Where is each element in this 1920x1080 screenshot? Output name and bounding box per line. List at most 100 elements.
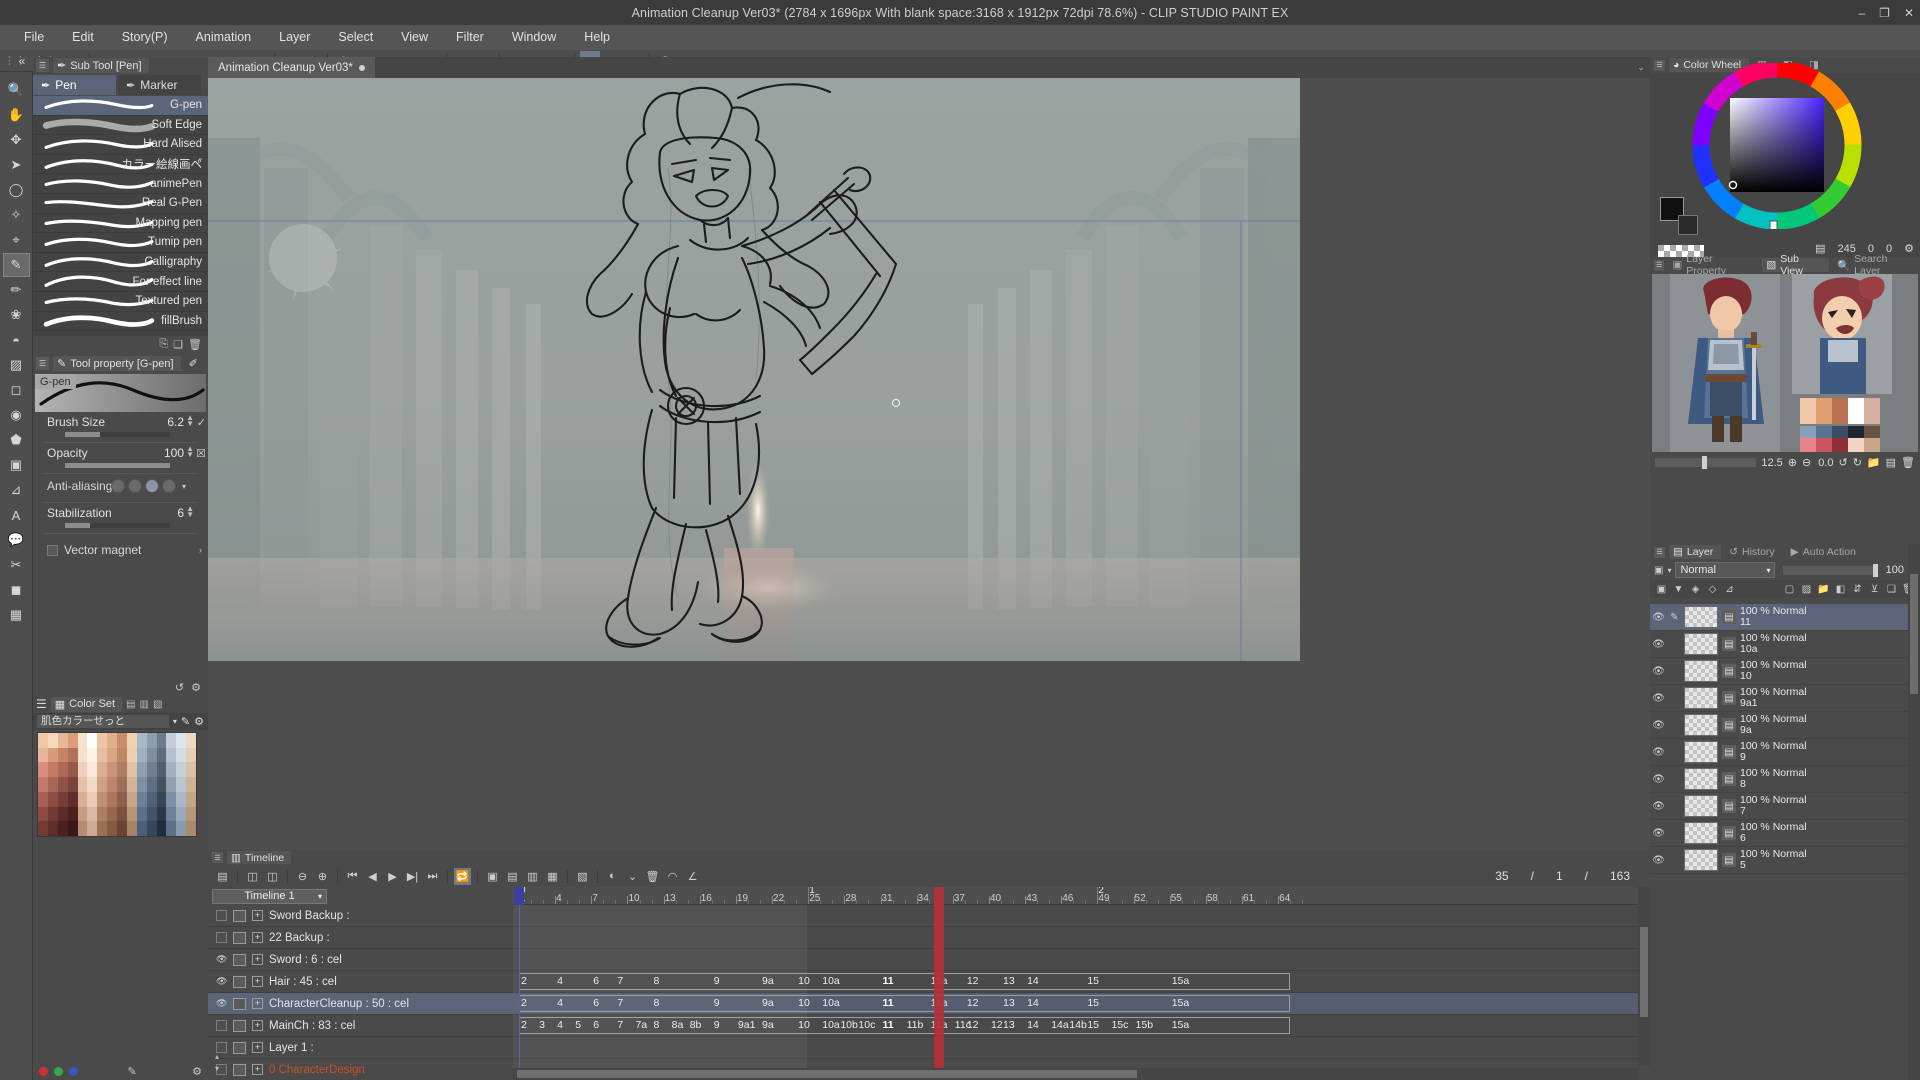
next-frame-icon[interactable]: ▶|: [404, 868, 421, 885]
vector-magnet-expand-icon[interactable]: ›: [199, 545, 202, 555]
color-swatch-main[interactable]: ◼: [3, 578, 30, 602]
cel-label[interactable]: 15: [1087, 1019, 1099, 1031]
color-swatch[interactable]: [68, 748, 78, 763]
layer-mask-create-icon[interactable]: ◧: [1833, 582, 1848, 596]
track-visibility-checkbox[interactable]: [216, 910, 227, 921]
anti-aliasing-option-weak[interactable]: [128, 479, 142, 493]
color-history-tab-icon[interactable]: ▥: [139, 699, 148, 710]
track-expand-icon[interactable]: +: [252, 954, 263, 965]
timeline-h-scroll-thumb[interactable]: [517, 1070, 1137, 1078]
track-visibility-icon[interactable]: 👁: [216, 954, 227, 965]
cel-label[interactable]: 15a: [1172, 1019, 1190, 1031]
color-swatch[interactable]: [38, 792, 48, 807]
track-expand-icon[interactable]: +: [252, 998, 263, 1009]
layer-row[interactable]: 👁▤100 % Normal8: [1650, 766, 1920, 793]
timeline-track-row[interactable]: +Layer 1 :: [208, 1037, 513, 1059]
color-swatch[interactable]: [157, 733, 167, 748]
color-swatch[interactable]: [38, 821, 48, 836]
color-swatch[interactable]: [127, 762, 137, 777]
track-scroll-up-icon[interactable]: ▴: [215, 1052, 219, 1061]
track-expand-icon[interactable]: +: [252, 976, 263, 987]
sub-tool-item[interactable]: カラー絵線画ペ゙: [33, 155, 208, 175]
correct-line-tool[interactable]: ✂: [3, 553, 30, 577]
color-swatch[interactable]: [166, 733, 176, 748]
layer-row[interactable]: 👁▤100 % Normal9a: [1650, 712, 1920, 739]
sub-view-reference-image[interactable]: [1652, 274, 1918, 452]
color-swatch[interactable]: [186, 792, 196, 807]
color-swatch[interactable]: [137, 792, 147, 807]
color-swatch[interactable]: [97, 762, 107, 777]
linear-interpolation-icon[interactable]: ∠: [684, 868, 701, 885]
layer-visibility-icon[interactable]: 👁: [1652, 855, 1665, 866]
enable-timeline-icon[interactable]: ◫: [244, 868, 261, 885]
color-swatch[interactable]: [68, 807, 78, 822]
color-wheel-menu-icon[interactable]: ☰: [1654, 60, 1665, 71]
anti-aliasing-option-middle[interactable]: [145, 479, 159, 493]
color-swatch[interactable]: [166, 807, 176, 822]
color-swatch[interactable]: [176, 792, 186, 807]
color-swatch[interactable]: [176, 748, 186, 763]
new-icon[interactable]: «: [12, 51, 32, 70]
sub-tool-item[interactable]: Soft Edge: [33, 116, 208, 136]
menu-item-help[interactable]: Help: [570, 25, 624, 50]
color-swatch[interactable]: [87, 821, 97, 836]
color-swatch[interactable]: [186, 777, 196, 792]
sub-tool-item[interactable]: Hard Alised: [33, 135, 208, 155]
color-swatch[interactable]: [176, 733, 186, 748]
zoom-out-timeline-icon[interactable]: ⊖: [294, 868, 311, 885]
cel-label[interactable]: 15: [1087, 975, 1099, 987]
eyedropper-tool[interactable]: ⌖: [3, 228, 30, 252]
color-swatch[interactable]: [97, 777, 107, 792]
ruler-tool[interactable]: ⊿: [3, 478, 30, 502]
document-tab-overflow-icon[interactable]: ⌄: [1632, 62, 1650, 73]
layer-mask-icon[interactable]: ▣: [1654, 565, 1663, 576]
new-timeline-icon[interactable]: ▤: [214, 868, 231, 885]
color-swatch[interactable]: [68, 762, 78, 777]
tool-property-reset-icon[interactable]: ↺: [175, 681, 184, 694]
cel-label[interactable]: 15: [1087, 997, 1099, 1009]
balloon-tool[interactable]: 💬: [3, 528, 30, 552]
track-visibility-icon[interactable]: 👁: [216, 998, 227, 1009]
timeline-tab[interactable]: ▥ Timeline: [227, 851, 291, 864]
color-swatch[interactable]: [117, 821, 127, 836]
stabilization-value[interactable]: 6: [177, 506, 184, 520]
color-swatch[interactable]: [38, 777, 48, 792]
color-swatch[interactable]: [127, 733, 137, 748]
color-swatch[interactable]: [117, 748, 127, 763]
zoom-out-icon[interactable]: ⊖: [1802, 456, 1811, 469]
cel-label[interactable]: 10a: [822, 1019, 840, 1031]
color-swatch[interactable]: [97, 748, 107, 763]
cel-label[interactable]: 10a: [822, 997, 840, 1009]
color-set-edit-footer-icon[interactable]: ✎: [127, 1065, 136, 1078]
ruler-layer-icon[interactable]: ⊿: [1722, 582, 1737, 596]
move-tool[interactable]: ✥: [3, 128, 30, 152]
color-swatch[interactable]: [87, 733, 97, 748]
layer-tab[interactable]: ▤ Layer: [1669, 545, 1721, 559]
stabilization-slider[interactable]: [65, 523, 170, 528]
brush-size-stepper[interactable]: ▲▼: [186, 415, 194, 427]
timeline-horizontal-scrollbar[interactable]: [513, 1068, 1638, 1080]
move-canvas-tool[interactable]: ✋: [3, 103, 30, 127]
color-set-tab[interactable]: ▦ Color Set: [51, 697, 122, 712]
vector-magnet-checkbox[interactable]: [47, 545, 58, 556]
onion-skin-chevron-icon[interactable]: ⌄: [624, 868, 641, 885]
timeline-track-row[interactable]: +22 Backup :: [208, 927, 513, 949]
color-swatch[interactable]: [38, 733, 48, 748]
layer-visibility-icon[interactable]: 👁: [1652, 720, 1665, 731]
color-swatch[interactable]: [107, 777, 117, 792]
zoom-in-icon[interactable]: ⊕: [1788, 456, 1797, 469]
cel-label[interactable]: 14: [1027, 975, 1039, 987]
layer-visibility-icon[interactable]: 👁: [1652, 774, 1665, 785]
color-swatch[interactable]: [186, 733, 196, 748]
rotate-right-icon[interactable]: ↻: [1853, 456, 1862, 469]
color-swatch[interactable]: [186, 762, 196, 777]
layer-row[interactable]: 👁▤100 % Normal9: [1650, 739, 1920, 766]
color-swatch[interactable]: [137, 807, 147, 822]
color-swatch[interactable]: [107, 821, 117, 836]
close-button[interactable]: ✕: [1904, 7, 1914, 19]
color-swatch[interactable]: [117, 733, 127, 748]
color-wheel-widget[interactable]: [1687, 63, 1883, 229]
timeline-track-row[interactable]: 👁+Hair : 45 : cel: [208, 971, 513, 993]
color-swatch[interactable]: [147, 748, 157, 763]
fill-tool[interactable]: ◓: [3, 328, 30, 352]
